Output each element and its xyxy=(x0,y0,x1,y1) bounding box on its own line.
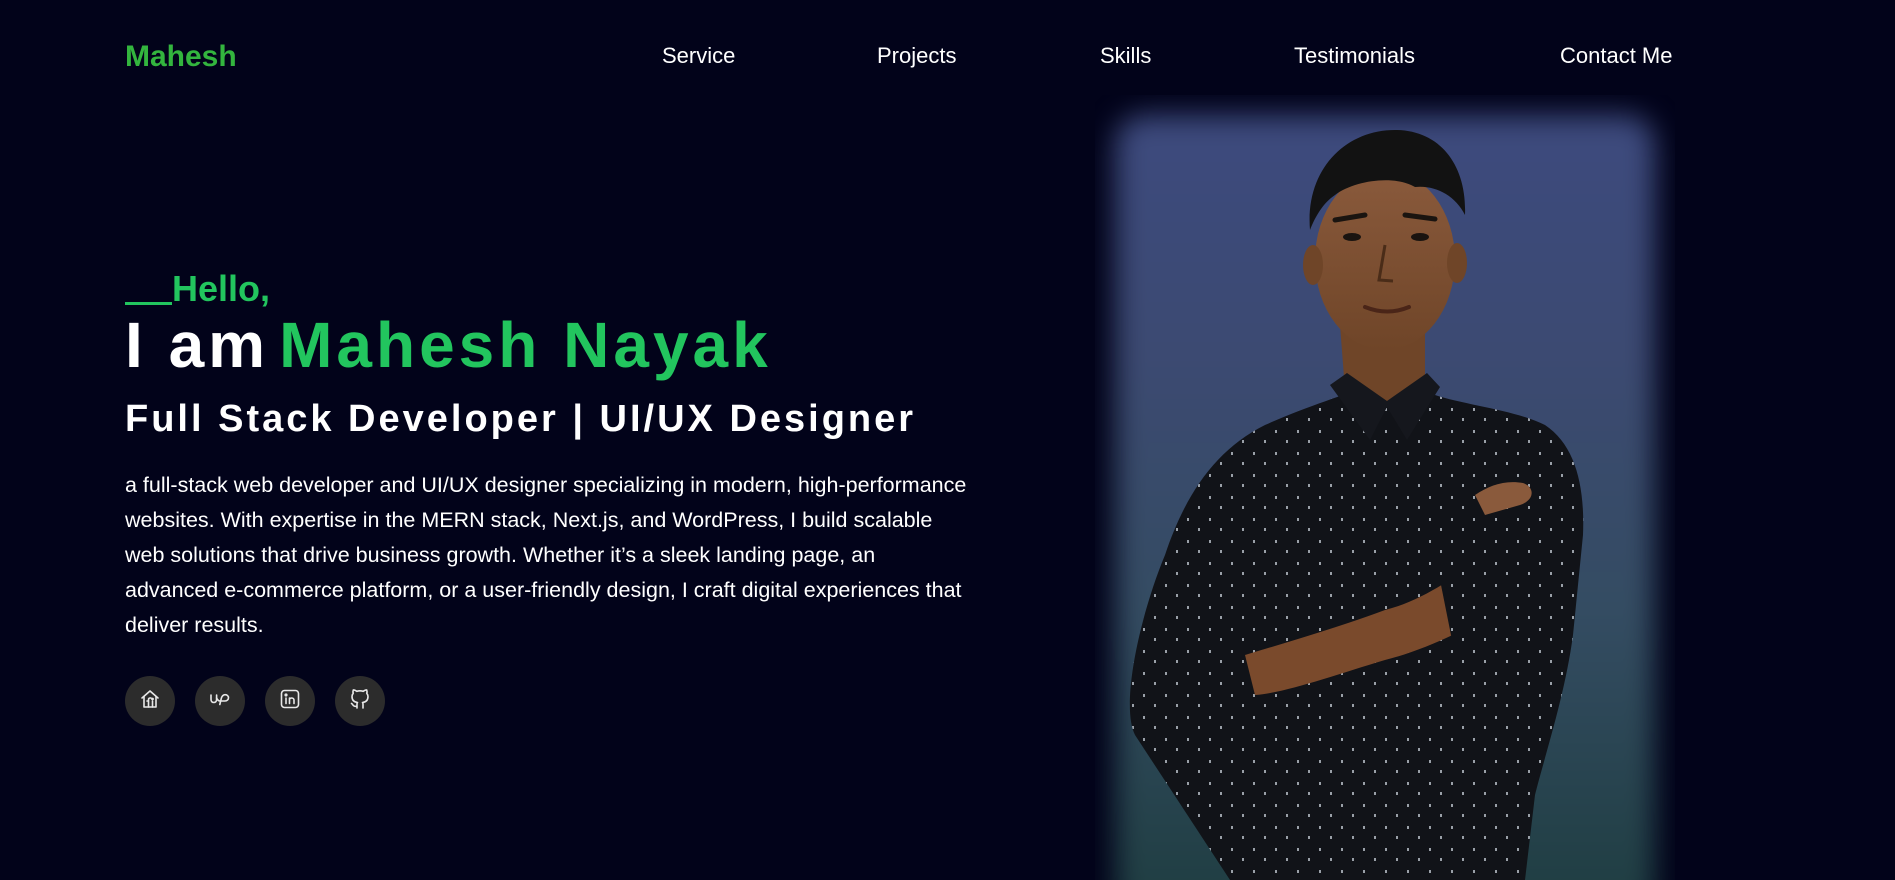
linkedin-button[interactable] xyxy=(265,676,315,726)
portfolio-page: Mahesh Service Projects Skills Testimoni… xyxy=(0,0,1895,880)
hero-role: Full Stack Developer | UI/UX Designer xyxy=(125,398,917,440)
nav-link-testimonials[interactable]: Testimonials xyxy=(1294,43,1415,69)
hero-headline: I am Mahesh Nayak xyxy=(125,310,772,380)
hero-bio: a full-stack web developer and UI/UX des… xyxy=(125,473,967,637)
nav-link-service[interactable]: Service xyxy=(662,43,735,69)
upwork-icon xyxy=(208,687,232,716)
nav-link-skills[interactable]: Skills xyxy=(1100,43,1151,69)
nav-link-contact-me[interactable]: Contact Me xyxy=(1560,43,1673,69)
github-icon xyxy=(348,687,372,716)
logo-link[interactable]: Mahesh xyxy=(125,40,237,74)
upwork-button[interactable] xyxy=(195,676,245,726)
headline-prefix: I am xyxy=(125,309,270,381)
linkedin-icon xyxy=(278,687,302,716)
greeting-text: Hello, xyxy=(172,268,271,309)
hero-greeting: Hello, xyxy=(125,268,270,310)
github-button[interactable] xyxy=(335,676,385,726)
fiverr-icon xyxy=(138,687,162,716)
greeting-underline-decoration xyxy=(125,302,172,305)
nav-link-projects[interactable]: Projects xyxy=(877,43,956,69)
portrait-figure xyxy=(1129,130,1584,880)
headline-name: Mahesh Nayak xyxy=(279,309,772,381)
fiverr-button[interactable] xyxy=(125,676,175,726)
portrait-photo xyxy=(1095,95,1675,880)
